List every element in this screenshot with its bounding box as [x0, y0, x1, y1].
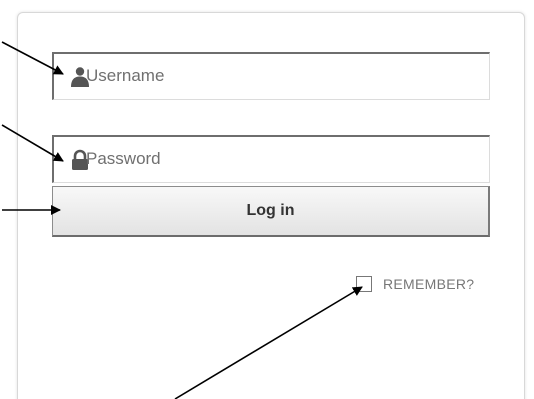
password-field[interactable]: Password — [52, 135, 490, 183]
remember-checkbox[interactable] — [356, 276, 372, 292]
password-placeholder: Password — [86, 149, 161, 168]
login-screenshot: Username Password Log in REMEMBER? — [0, 0, 534, 399]
login-button[interactable]: Log in — [52, 186, 490, 237]
username-field[interactable]: Username — [52, 52, 490, 100]
remember-label: REMEMBER? — [383, 276, 475, 292]
username-placeholder: Username — [86, 66, 165, 85]
